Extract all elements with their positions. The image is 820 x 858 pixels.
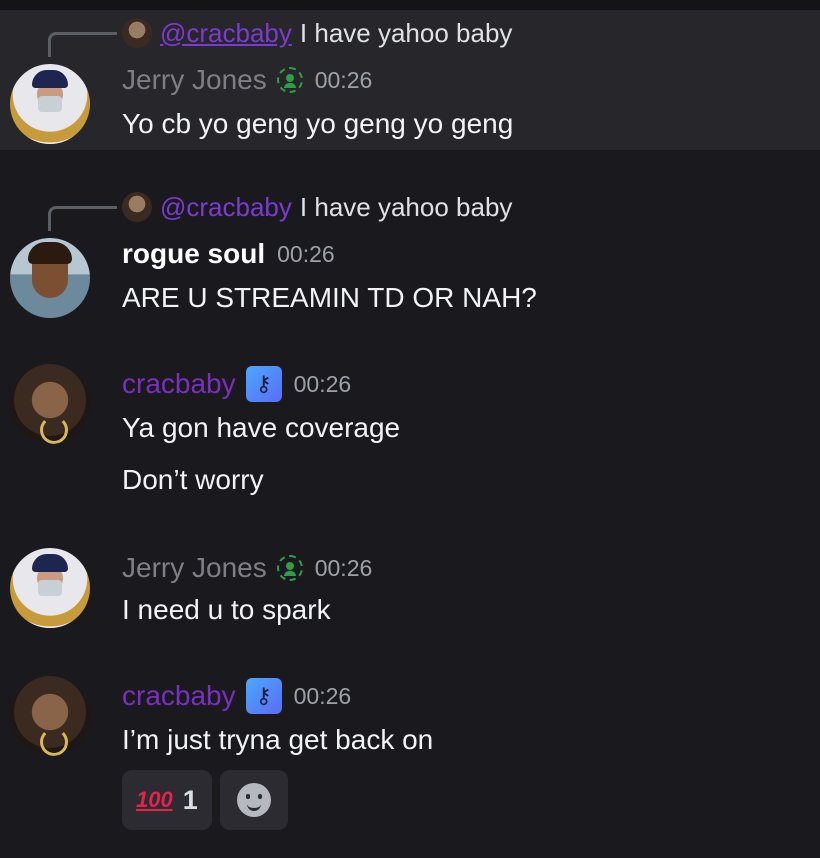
reply-text: I have yahoo baby [299,17,513,48]
top-strip [0,0,820,10]
timestamp: 00:26 [314,66,373,93]
avatar[interactable] [10,238,90,318]
avatar-mask [38,580,62,596]
reply-mention[interactable]: @cracbaby [160,18,292,49]
message-item[interactable]: cracbaby ⚷ 00:26 Ya gon have coverage Do… [0,360,820,510]
message-text: Don’t worry [122,464,264,495]
message-text: ARE U STREAMIN TD OR NAH? [122,282,537,313]
message-item[interactable]: @cracbaby I have yahoo baby rogue soul 0… [0,184,820,324]
avatar-chain [40,728,68,756]
key-icon[interactable]: ⚷ [245,366,282,402]
avatar[interactable] [10,676,90,756]
message-header: rogue soul 00:26 [122,236,335,272]
reaction-100[interactable]: 100 1 [122,770,212,830]
message-item[interactable]: Jerry Jones 00:26 I need u to spark [0,542,820,642]
add-reaction-button[interactable] [219,770,288,830]
hundred-points-icon: 100 [136,787,173,812]
message-header: Jerry Jones 00:26 [122,62,372,98]
timestamp: 00:26 [277,240,335,267]
avatar-mask [38,96,62,112]
username[interactable]: cracbaby [122,680,236,712]
timestamp: 00:26 [293,682,352,709]
reply-avatar [122,192,152,222]
reply-preview[interactable]: @cracbaby I have yahoo baby [122,18,512,48]
message-text: Ya gon have coverage [122,412,401,443]
avatar[interactable] [10,364,90,444]
message-header: cracbaby ⚷ 00:26 [122,678,351,714]
message-header: cracbaby ⚷ 00:26 [122,366,351,402]
avatar[interactable] [10,548,90,628]
reply-spine [48,206,117,231]
message-text: Yo cb yo geng yo geng yo geng [122,108,514,139]
key-icon[interactable]: ⚷ [245,678,282,714]
username[interactable]: rogue soul [122,238,265,270]
reply-spine [48,32,117,57]
avatar-hair [28,242,72,264]
timestamp: 00:26 [293,370,352,397]
message-item[interactable]: @cracbaby I have yahoo baby Jerry Jones … [0,10,820,150]
avatar-chain [40,416,68,444]
avatar[interactable] [10,64,90,144]
person-icon[interactable] [276,555,303,581]
username[interactable]: cracbaby [122,368,236,400]
username[interactable]: Jerry Jones [122,64,267,96]
reply-preview[interactable]: @cracbaby I have yahoo baby [122,192,512,222]
avatar-cap [32,70,68,88]
smiley-icon [236,783,271,817]
reaction-count: 1 [182,784,198,815]
reply-mention[interactable]: @cracbaby [160,192,292,223]
username[interactable]: Jerry Jones [122,552,267,584]
message-text: I’m just tryna get back on [122,724,434,755]
reactions-bar: 100 1 [122,770,288,830]
message-header: Jerry Jones 00:26 [122,550,372,586]
message-text: I need u to spark [122,594,331,625]
timestamp: 00:26 [314,554,373,581]
person-icon[interactable] [276,67,303,93]
avatar-cap [32,554,68,572]
reply-avatar [122,18,152,48]
reply-text: I have yahoo baby [299,191,513,222]
